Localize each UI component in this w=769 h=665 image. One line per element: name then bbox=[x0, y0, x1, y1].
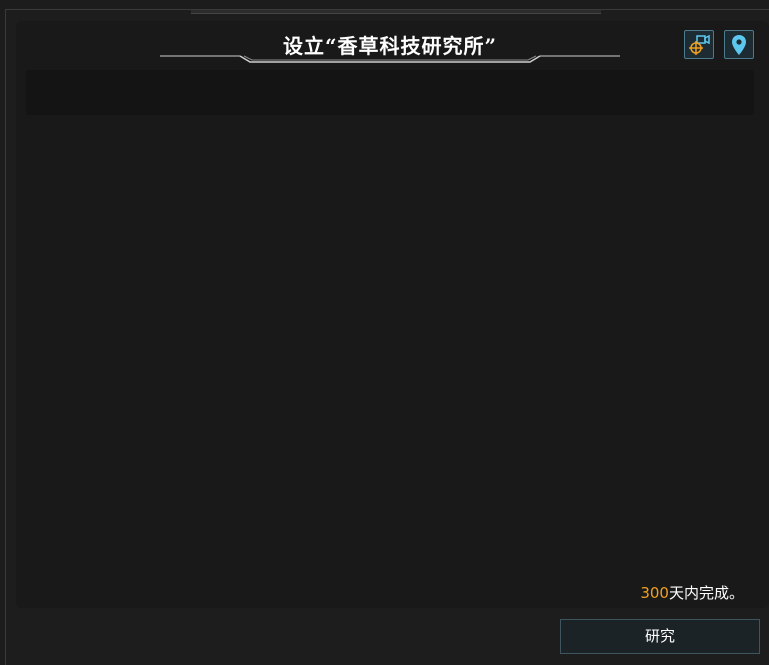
top-tab-edge bbox=[191, 10, 601, 14]
days-count: 300 bbox=[640, 584, 669, 602]
title-ornament bbox=[160, 55, 620, 63]
camera-target-button[interactable] bbox=[684, 30, 714, 59]
camera-target-icon bbox=[689, 34, 710, 55]
completion-status: 300天内完成。 bbox=[640, 582, 744, 603]
location-button[interactable] bbox=[724, 30, 754, 59]
title-bar bbox=[26, 70, 754, 115]
days-suffix: 天内完成。 bbox=[668, 584, 744, 602]
research-button[interactable]: 研究 bbox=[560, 619, 760, 654]
location-pin-icon bbox=[732, 35, 746, 55]
